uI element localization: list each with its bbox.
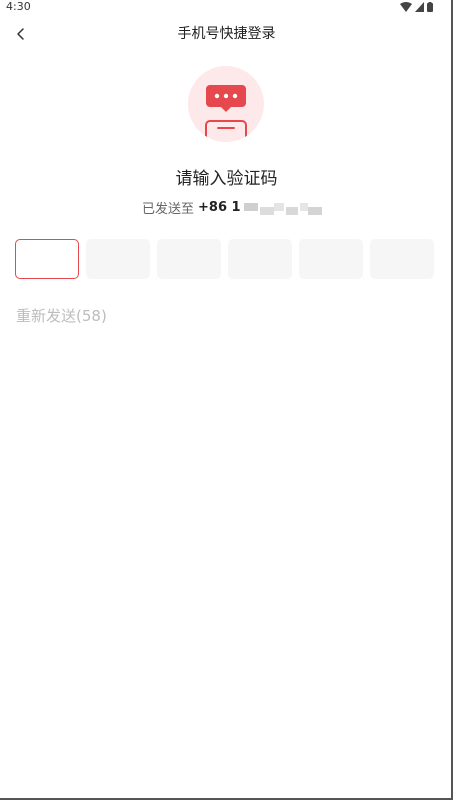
page-title: 手机号快捷登录	[177, 26, 276, 42]
chevron-left-icon	[17, 28, 24, 40]
sms-illustration	[188, 66, 264, 142]
code-input-row	[15, 239, 434, 279]
sent-prefix: 已发送至	[142, 202, 195, 217]
code-box-5[interactable]	[299, 239, 363, 279]
back-button[interactable]	[10, 22, 32, 46]
code-box-6[interactable]	[370, 239, 434, 279]
status-time: 4:30	[6, 0, 31, 13]
masked-phone	[243, 201, 322, 215]
code-box-2[interactable]	[86, 239, 150, 279]
sms-phone-icon	[205, 85, 247, 142]
status-icons	[400, 2, 433, 12]
heading: 请输入验证码	[175, 169, 278, 189]
code-box-1[interactable]	[15, 239, 79, 279]
battery-icon	[427, 2, 433, 12]
code-box-4[interactable]	[228, 239, 292, 279]
wifi-icon	[400, 2, 412, 12]
phone-number: +86 1	[198, 200, 241, 215]
nav-bar: 手机号快捷登录	[0, 16, 453, 52]
sent-info: 已发送至 +86 1	[142, 198, 322, 217]
status-bar: 4:30	[0, 0, 453, 14]
code-box-3[interactable]	[157, 239, 221, 279]
resend-button[interactable]: 重新发送(58)	[16, 305, 107, 326]
signal-icon	[415, 2, 424, 12]
